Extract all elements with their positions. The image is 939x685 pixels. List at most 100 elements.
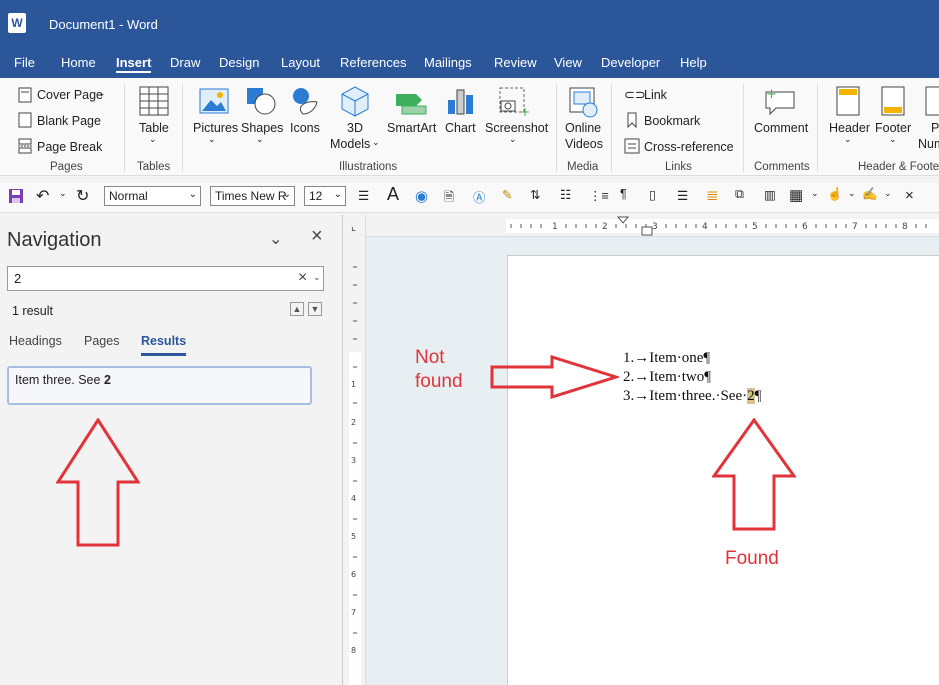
- shapes-button[interactable]: Shapes: [241, 121, 283, 135]
- tab-file[interactable]: File: [14, 55, 35, 70]
- chevron-down-icon[interactable]: ⌄: [98, 88, 106, 99]
- smartart-button[interactable]: SmartArt: [387, 121, 436, 135]
- chevron-down-icon: ⌄: [188, 189, 197, 200]
- icons-button[interactable]: Icons: [290, 121, 320, 135]
- chevron-down-icon[interactable]: ⌄: [269, 229, 282, 249]
- close-icon[interactable]: ×: [905, 187, 914, 204]
- 3d-models-label-1[interactable]: 3D: [347, 121, 363, 135]
- link-button[interactable]: Link: [644, 88, 667, 102]
- tab-help[interactable]: Help: [680, 55, 707, 70]
- doc-line-2[interactable]: 2.→Item·two¶: [623, 369, 711, 386]
- online-videos-label-1[interactable]: Online: [565, 121, 601, 135]
- chevron-down-icon[interactable]: ⌄: [372, 137, 380, 148]
- doc-line-1[interactable]: 1.→Item·one¶: [623, 350, 710, 367]
- undo-icon[interactable]: ↶: [36, 186, 49, 206]
- document-icon[interactable]: ▯: [649, 187, 656, 202]
- cross-reference-button[interactable]: Cross-reference: [644, 140, 734, 154]
- chevron-down-icon[interactable]: ⌄: [848, 188, 856, 199]
- tab-review[interactable]: Review: [494, 55, 537, 70]
- chevron-down-icon[interactable]: ⌄: [313, 272, 321, 283]
- tab-headings[interactable]: Headings: [9, 334, 62, 348]
- font-dropdown[interactable]: Times New R ⌄: [210, 186, 295, 206]
- chevron-down-icon[interactable]: ⌄: [509, 134, 517, 145]
- screenshot-button[interactable]: Screenshot: [485, 121, 548, 135]
- lines-icon[interactable]: ☰: [677, 188, 688, 203]
- bullets-icon[interactable]: ☷: [560, 187, 571, 202]
- search-result-item[interactable]: Item three. See 2: [7, 366, 312, 405]
- tab-pages[interactable]: Pages: [84, 334, 119, 348]
- redo-icon[interactable]: ↻: [76, 186, 89, 206]
- comment-button[interactable]: Comment: [754, 121, 808, 135]
- tab-developer[interactable]: Developer: [601, 55, 660, 70]
- chevron-down-icon[interactable]: ⌄: [844, 134, 852, 145]
- search-clear-icon[interactable]: ×: [298, 269, 307, 287]
- format-icon[interactable]: ☰: [358, 188, 369, 203]
- copy-icon[interactable]: ⧉: [735, 187, 744, 202]
- close-icon[interactable]: ×: [311, 225, 323, 248]
- stack-icon[interactable]: ≣: [706, 186, 719, 204]
- chevron-down-icon: ⌄: [282, 189, 291, 200]
- tab-selector-icon[interactable]: ⌞: [351, 220, 356, 233]
- pictures-button[interactable]: Pictures: [193, 121, 238, 135]
- table-button[interactable]: Table: [139, 121, 169, 135]
- tab-mailings[interactable]: Mailings: [424, 55, 472, 70]
- tab-results[interactable]: Results: [141, 334, 187, 356]
- online-videos-button[interactable]: Videos: [565, 137, 603, 151]
- highlight-icon[interactable]: ✎: [502, 187, 512, 202]
- tab-layout[interactable]: Layout: [281, 55, 320, 70]
- tab-draw[interactable]: Draw: [170, 55, 200, 70]
- font-color-icon[interactable]: A: [387, 184, 399, 205]
- page-number-icon: [925, 86, 939, 116]
- textbox-icon[interactable]: Ⓐ: [473, 187, 486, 206]
- tab-design[interactable]: Design: [219, 55, 259, 70]
- page-number-label-1[interactable]: P: [931, 121, 939, 135]
- group-label-pages: Pages: [50, 161, 83, 173]
- page-number-button[interactable]: Num: [918, 137, 939, 151]
- previous-result-icon[interactable]: ▲: [290, 302, 304, 316]
- sort-icon[interactable]: ⇅: [530, 187, 540, 202]
- footer-icon: [881, 86, 905, 116]
- next-result-icon[interactable]: ▼: [308, 302, 322, 316]
- style-value: Normal: [109, 189, 148, 203]
- navigation-title: Navigation: [7, 229, 102, 251]
- columns-icon[interactable]: ▥: [764, 187, 776, 202]
- touch-icon[interactable]: ☝: [827, 187, 843, 202]
- header-button[interactable]: Header: [829, 121, 870, 135]
- chevron-down-icon[interactable]: ⌄: [811, 188, 819, 199]
- word-logo-icon: W: [8, 13, 26, 33]
- style-dropdown[interactable]: Normal ⌄: [104, 186, 201, 206]
- search-value: 2: [14, 271, 22, 286]
- font-size-dropdown[interactable]: 12 ⌄: [304, 186, 346, 206]
- table-grid-icon[interactable]: ▦: [789, 186, 803, 204]
- blank-page-button[interactable]: Blank Page: [37, 114, 101, 128]
- chevron-down-icon[interactable]: ⌄: [208, 134, 216, 145]
- save-icon[interactable]: [8, 188, 24, 204]
- chevron-down-icon[interactable]: ⌄: [59, 188, 67, 199]
- tab-insert[interactable]: Insert: [116, 55, 152, 73]
- bookmark-button[interactable]: Bookmark: [644, 114, 700, 128]
- tab-references[interactable]: References: [340, 55, 406, 70]
- chevron-down-icon[interactable]: ⌄: [884, 188, 892, 199]
- circle-icon[interactable]: ◉: [415, 187, 428, 205]
- annotation-not-found-1: Not: [415, 347, 445, 368]
- svg-text:6: 6: [351, 570, 356, 579]
- chevron-down-icon[interactable]: ⌄: [889, 134, 897, 145]
- cover-page-button[interactable]: Cover Page: [37, 88, 103, 102]
- online-videos-icon: [569, 87, 598, 118]
- right-arrow-annotation: [490, 355, 619, 399]
- group-separator: [611, 84, 612, 172]
- tab-home[interactable]: Home: [61, 55, 96, 70]
- pilcrow-icon[interactable]: ¶: [620, 187, 627, 201]
- page-break-button[interactable]: Page Break: [37, 140, 102, 154]
- list-icon[interactable]: ⋮≡: [589, 188, 609, 203]
- edit-icon[interactable]: ✍: [862, 187, 878, 202]
- doc-line-3[interactable]: 3.→Item·three.·See·2¶: [623, 388, 761, 405]
- tab-view[interactable]: View: [554, 55, 582, 70]
- chevron-down-icon[interactable]: ⌄: [149, 134, 157, 145]
- chart-button[interactable]: Chart: [445, 121, 476, 135]
- page-icon[interactable]: 🗎: [444, 188, 454, 209]
- 3d-models-button[interactable]: Models: [330, 137, 370, 151]
- search-input[interactable]: 2: [7, 266, 324, 291]
- chevron-down-icon[interactable]: ⌄: [256, 134, 264, 145]
- footer-button[interactable]: Footer: [875, 121, 911, 135]
